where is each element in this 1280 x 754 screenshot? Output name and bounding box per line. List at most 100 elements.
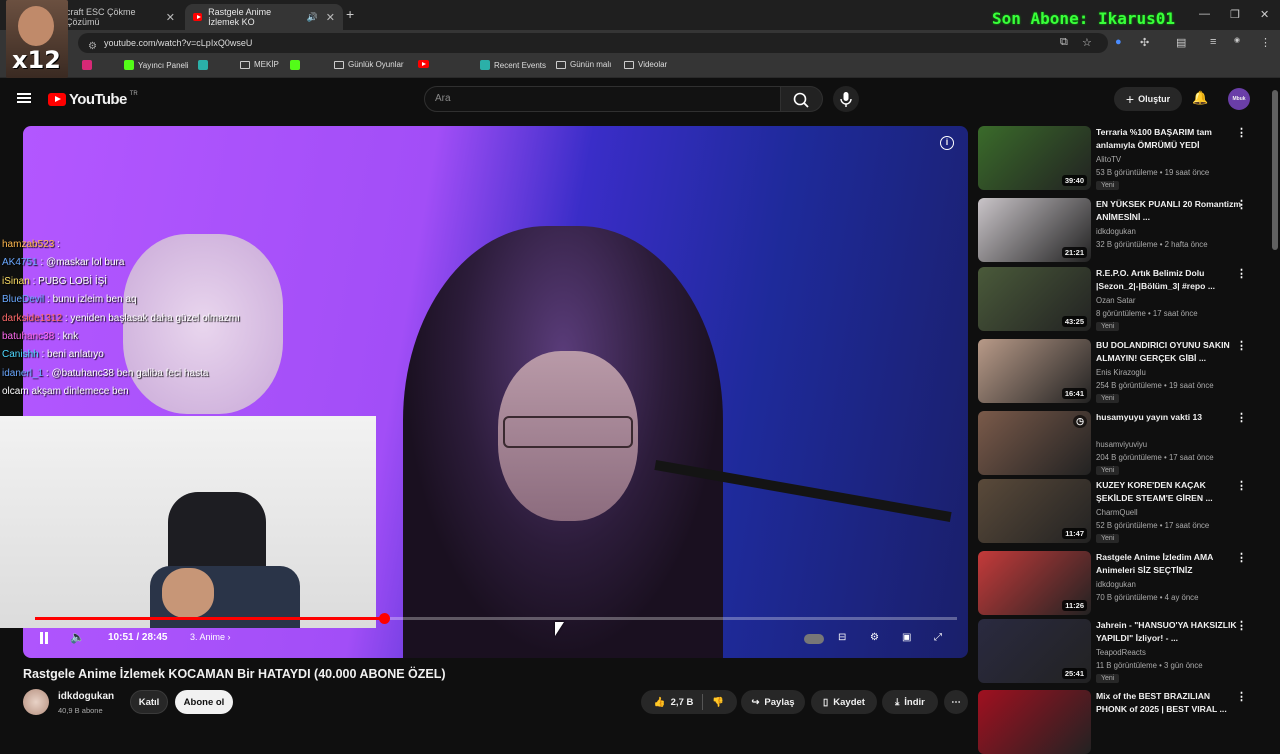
pause-icon[interactable] (38, 632, 50, 644)
instagram-bookmark-icon[interactable] (82, 60, 92, 70)
video-channel[interactable]: Enis Kirazoglu (1096, 368, 1146, 377)
reading-list-icon[interactable]: ≡ (1210, 36, 1216, 48)
kick-bookmark-icon[interactable] (290, 60, 300, 70)
bookmark-icon[interactable] (198, 60, 208, 70)
voice-search-button[interactable] (833, 86, 859, 112)
save-button[interactable]: ▯ Kaydet (811, 690, 877, 714)
miniplayer-icon[interactable]: ▣ (902, 632, 911, 643)
settings-gear-icon[interactable]: ⚙ (870, 632, 879, 643)
url-field[interactable]: ⚙ youtube.com/watch?v=cLpIxQ0wseU (78, 33, 1108, 53)
search-button[interactable] (781, 86, 823, 112)
channel-avatar[interactable] (23, 689, 49, 715)
menu-hamburger-icon[interactable] (17, 93, 31, 103)
video-channel[interactable]: TeapodReacts (1096, 648, 1146, 657)
create-button[interactable]: + Oluştur (1114, 87, 1182, 111)
side-panel-icon[interactable]: ▤ (1176, 36, 1186, 49)
bookmark-star-icon[interactable]: ☆ (1082, 36, 1092, 49)
browser-tab[interactable]: craft ESC Çökme Çözümü ✕ (58, 4, 183, 30)
share-icon: ↪ (751, 696, 760, 708)
more-options-icon[interactable]: ⋮ (1236, 619, 1247, 632)
scrubber-handle[interactable] (378, 613, 390, 624)
close-tab-icon[interactable]: ✕ (166, 11, 175, 24)
more-options-icon[interactable]: ⋮ (1236, 479, 1247, 492)
video-thumbnail[interactable]: 11:47 (978, 479, 1091, 543)
minimize-icon[interactable]: — (1199, 8, 1210, 20)
dislike-icon[interactable]: 👎 (712, 697, 724, 708)
download-button[interactable]: ⤓ İndir (882, 690, 938, 714)
video-thumbnail[interactable]: 21:21 (978, 198, 1091, 262)
close-tab-icon[interactable]: ✕ (326, 11, 335, 24)
video-channel[interactable]: idkdogukan (1096, 227, 1136, 236)
extensions-puzzle-icon[interactable]: ✣ (1140, 36, 1149, 49)
more-options-icon[interactable]: ⋮ (1236, 267, 1247, 280)
chapter-button[interactable]: 3. Anime › (190, 632, 231, 642)
new-tab-button[interactable]: + (346, 6, 354, 22)
recommended-video[interactable]: 39:40 Terraria %100 BAŞARIM tam anlamıyla… (978, 126, 1263, 190)
extension-icon[interactable]: ● (1115, 36, 1122, 48)
youtube-logo[interactable]: YouTube TR (48, 91, 138, 108)
recommended-video[interactable]: Mix of the BEST BRAZILIAN PHONK of 2025 … (978, 690, 1263, 754)
join-button[interactable]: Katıl (130, 690, 168, 714)
more-options-icon[interactable]: ⋮ (1236, 198, 1247, 211)
recommended-video[interactable]: 21:21 EN YÜKSEK PUANLI 20 Romantizm ANİME… (978, 198, 1263, 262)
more-actions-button[interactable]: ⋯ (944, 690, 968, 714)
browser-tab-active[interactable]: Rastgele Anime İzlemek KO 🔊 ✕ (185, 4, 343, 30)
search-input[interactable]: Ara (424, 86, 781, 112)
more-options-icon[interactable]: ⋮ (1236, 411, 1247, 424)
bookmark-recent-events[interactable]: Recent Events (480, 60, 546, 70)
share-button[interactable]: ↪ Paylaş (741, 690, 805, 714)
bookmark-gunluk-oyunlar[interactable]: Günlük Oyunlar (334, 60, 404, 69)
fullscreen-icon[interactable]: ⤢ (934, 632, 942, 643)
menu-dots-icon[interactable]: ⋮ (1260, 36, 1271, 49)
video-thumbnail[interactable]: 43:25 (978, 267, 1091, 331)
recommended-video[interactable]: 11:26 Rastgele Anime İzledim AMA Animeler… (978, 551, 1263, 615)
info-icon[interactable]: i (940, 136, 954, 150)
chat-text: @batuhanc38 ben galiba feci hasta (51, 367, 209, 379)
youtube-header: YouTube TR Ara + Oluştur 🔔 Mbuk (0, 80, 1270, 118)
more-options-icon[interactable]: ⋮ (1236, 339, 1247, 352)
video-thumbnail[interactable]: ◷ (978, 411, 1091, 475)
more-options-icon[interactable]: ⋮ (1236, 551, 1247, 564)
subtitles-icon[interactable]: ⊟ (838, 632, 846, 643)
like-dislike-group[interactable]: 👍 2,7 B 👎 (641, 690, 737, 714)
youtube-bookmark-icon[interactable] (418, 60, 429, 68)
recommended-video[interactable]: 43:25 R.E.P.O. Artık Belimiz Dolu |Sezon_… (978, 267, 1263, 331)
profile-icon[interactable]: ◉ (1234, 36, 1240, 44)
scrollbar[interactable] (1272, 90, 1278, 250)
bookmark-yayinci-paneli[interactable]: Yayıncı Paneli (124, 60, 189, 70)
recommended-video[interactable]: 25:41 Jahrein - "HANSUO'YA HAKSIZLIK YAPI… (978, 619, 1263, 683)
bookmark-videolar[interactable]: Videolar (624, 60, 667, 69)
video-thumbnail[interactable]: 11:26 (978, 551, 1091, 615)
autoplay-toggle[interactable] (804, 634, 824, 644)
notifications-bell-icon[interactable]: 🔔 (1192, 90, 1208, 106)
recommended-video[interactable]: 11:47 KUZEY KORE'DEN KAÇAK ŞEKİLDE STEAM'… (978, 479, 1263, 543)
video-channel[interactable]: husamviyuviyu (1096, 440, 1147, 449)
close-window-icon[interactable]: ✕ (1260, 8, 1269, 21)
volume-icon[interactable]: 🔈 (70, 630, 85, 644)
like-icon[interactable]: 👍 (654, 697, 666, 708)
more-options-icon[interactable]: ⋮ (1236, 690, 1247, 703)
stream-chat-overlay: hamzab523 : AK4751 : @maskar lol bura iSi… (2, 236, 302, 402)
recommended-video[interactable]: 16:41 BU DOLANDIRICI OYUNU SAKIN ALMAYIN!… (978, 339, 1263, 403)
video-thumbnail[interactable] (978, 690, 1091, 754)
user-avatar[interactable]: Mbuk (1228, 88, 1250, 110)
channel-name[interactable]: idkdogukan (58, 691, 114, 702)
audio-icon[interactable]: 🔊 (307, 12, 318, 23)
video-channel[interactable]: CharmQuell (1096, 508, 1138, 517)
video-channel[interactable]: AlitoTV (1096, 155, 1121, 164)
video-thumbnail[interactable]: 39:40 (978, 126, 1091, 190)
youtube-favicon-icon (193, 13, 203, 21)
bookmark-gunun-mali[interactable]: Günün malı (556, 60, 611, 69)
subscribe-button[interactable]: Abone ol (175, 690, 233, 714)
more-options-icon[interactable]: ⋮ (1236, 126, 1247, 139)
video-thumbnail[interactable]: 25:41 (978, 619, 1091, 683)
maximize-icon[interactable]: ❐ (1230, 8, 1240, 21)
video-channel[interactable]: Ozan Satar (1096, 296, 1135, 305)
video-channel[interactable]: idkdogukan (1096, 580, 1136, 589)
video-thumbnail[interactable]: 16:41 (978, 339, 1091, 403)
recommended-video[interactable]: ◷ husamyuyu yayın vakti 13 husamviyuviyu 20… (978, 411, 1263, 475)
bookmark-mekip[interactable]: MEKİP (240, 60, 279, 69)
progress-bar[interactable] (35, 613, 957, 624)
install-icon[interactable]: ⧉ (1060, 36, 1068, 49)
site-info-icon[interactable]: ⚙ (88, 37, 97, 57)
